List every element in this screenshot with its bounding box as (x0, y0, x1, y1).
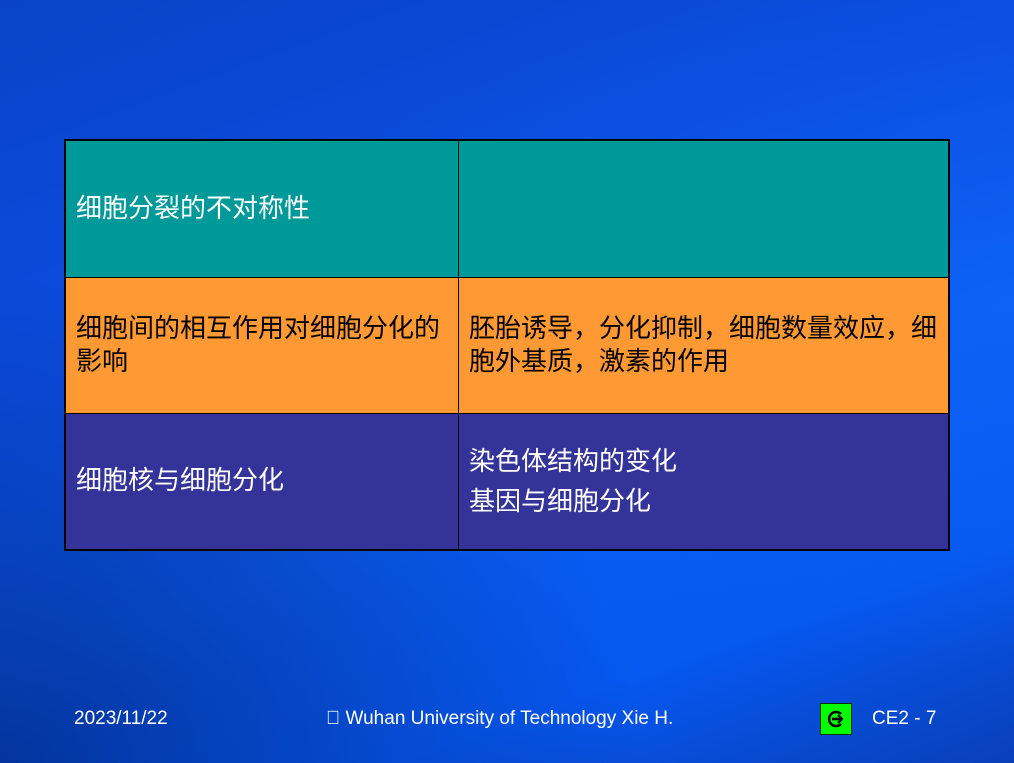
footer-credit:   Wuhan University of Technology Xie H. (326, 708, 674, 729)
return-icon (827, 710, 844, 728)
table-row-1-right (459, 141, 948, 278)
table-row-2-left: 细胞间的相互作用对细胞分化的影响 (66, 278, 459, 414)
table-cell-line: 基因与细胞分化 (469, 486, 652, 517)
table-cell-text: 细胞间的相互作用对细胞分化的影响 (76, 313, 441, 377)
table-cell-text: 细胞核与细胞分化 (76, 466, 285, 496)
footer-date: 2023/11/22 (74, 708, 168, 729)
table-row-1-left: 细胞分裂的不对称性 (66, 141, 459, 278)
return-button[interactable] (820, 703, 852, 735)
table-cell-line: 染色体结构的变化 (469, 446, 678, 477)
table-cell-text: 胚胎诱导，分化抑制，细胞数量效应，细胞外基质，激素的作用 (469, 313, 938, 377)
table-row-3-left: 细胞核与细胞分化 (66, 414, 459, 549)
table-row-3-right: 染色体结构的变化 基因与细胞分化 (459, 414, 948, 549)
table-cell-text: 细胞分裂的不对称性 (76, 193, 311, 224)
page-number: CE2 - 7 (872, 708, 937, 729)
table-row-2-right: 胚胎诱导，分化抑制，细胞数量效应，细胞外基质，激素的作用 (459, 278, 948, 414)
content-table: 细胞分裂的不对称性 细胞间的相互作用对细胞分化的影响 胚胎诱导，分化抑制，细胞数… (64, 139, 950, 551)
